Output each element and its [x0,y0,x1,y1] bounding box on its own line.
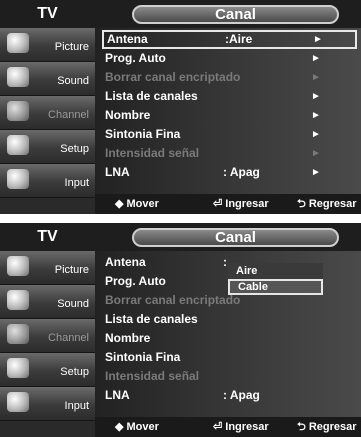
menu-item-sintonia-fina[interactable]: Sintonia Fina ► [102,125,357,144]
menu-item-label: LNA [105,388,130,402]
menu-item-value: : Apag [223,388,260,402]
sidebar-item-input[interactable]: Input [0,164,95,198]
dropdown-option-aire[interactable]: Aire [228,263,323,279]
input-icon [7,169,29,189]
arrow-right-icon: ► [313,34,323,45]
menu-item-borrar-canal: Borrar canal encriptado ► [102,68,357,87]
sound-icon [7,67,29,87]
sidebar-item-channel[interactable]: Channel [0,319,95,353]
menu-item-lna[interactable]: LNA : Apag ► [102,163,357,182]
dropdown-option-cable[interactable]: Cable [228,279,323,295]
antena-dropdown: Aire Cable [228,263,323,295]
menu-title: Canal [132,5,339,24]
menu-item-label: Intensidad señal [105,146,200,160]
picture-icon [7,33,29,53]
menu-item-label: Intensidad señal [105,369,200,383]
menu-item-label: LNA [105,165,130,179]
menu-item-label: Prog. Auto [105,274,166,288]
menu-item-label: Sintonia Fina [105,350,181,364]
setup-icon [7,358,29,378]
enter-hint: ⏎ Ingresar [213,198,269,210]
menu-item-nombre[interactable]: Nombre [102,329,357,348]
menu-item-label: Borrar canal encriptado [105,293,241,307]
sidebar-item-label: Input [64,400,89,412]
input-icon [7,392,29,412]
menu-item-label: Lista de canales [105,312,198,326]
sidebar-item-picture[interactable]: Picture [0,251,95,285]
menu-item-lista-canales[interactable]: Lista de canales ► [102,87,357,106]
menu-item-label: Nombre [105,331,151,345]
enter-hint: ⏎ Ingresar [213,421,269,433]
sidebar-item-label: Channel [48,332,89,344]
sidebar-item-label: Sound [57,75,89,87]
sidebar-item-label: Setup [60,366,89,378]
menu-item-intensidad-senal: Intensidad señal ► [102,144,357,163]
menu-item-sintonia-fina[interactable]: Sintonia Fina [102,348,357,367]
arrow-right-icon: ► [311,129,321,140]
osd-screen-2: TV Canal Picture Sound Channel Setup Inp… [0,223,361,437]
sound-icon [7,290,29,310]
sidebar-item-picture[interactable]: Picture [0,28,95,62]
menu-item-lna[interactable]: LNA : Apag [102,386,357,405]
sidebar-item-label: Picture [54,264,89,276]
channel-icon [7,324,29,344]
menu-item-label: Borrar canal encriptado [105,70,241,84]
setup-icon [7,135,29,155]
channel-icon [7,101,29,121]
hint-bar: ◆ Mover ⏎ Ingresar ⮌ Regresar [95,194,361,214]
sidebar: Picture Sound Channel Setup Input [0,28,95,214]
tv-label: TV [37,228,58,245]
sidebar-item-label: Input [64,177,89,189]
sidebar-item-sound[interactable]: Sound [0,285,95,319]
return-hint: ⮌ Regresar [297,198,357,210]
sidebar-item-sound[interactable]: Sound [0,62,95,96]
picture-icon [7,256,29,276]
sidebar-item-input[interactable]: Input [0,387,95,421]
tv-label: TV [37,5,58,22]
menu-item-value: : Apag [223,165,260,179]
arrow-right-icon: ► [311,72,321,83]
menu-item-lista-canales[interactable]: Lista de canales [102,310,357,329]
menu-item-label: Sintonia Fina [105,127,181,141]
menu-item-label: Antena [107,32,148,46]
menu-panel: Antena :Aire ► Prog. Auto ► Borrar canal… [95,28,361,214]
return-hint: ⮌ Regresar [297,421,357,433]
menu-item-label: Nombre [105,108,151,122]
top-bar: TV Canal [0,223,361,251]
menu-item-label: Prog. Auto [105,51,166,65]
sidebar-item-channel[interactable]: Channel [0,96,95,130]
arrow-right-icon: ► [311,110,321,121]
menu-item-label: Antena [105,255,146,269]
arrow-right-icon: ► [311,167,321,178]
menu-item-value: :Aire [225,32,253,46]
menu-item-prog-auto[interactable]: Prog. Auto ► [102,49,357,68]
sidebar: Picture Sound Channel Setup Input [0,251,95,437]
sidebar-item-label: Sound [57,298,89,310]
sidebar-item-setup[interactable]: Setup [0,353,95,387]
menu-item-intensidad-senal: Intensidad señal [102,367,357,386]
menu-item-label: Lista de canales [105,89,198,103]
move-hint: ◆ Mover [115,421,159,433]
hint-bar: ◆ Mover ⏎ Ingresar ⮌ Regresar [95,417,361,437]
sidebar-item-label: Setup [60,143,89,155]
arrow-right-icon: ► [311,91,321,102]
sidebar-item-setup[interactable]: Setup [0,130,95,164]
arrow-right-icon: ► [311,148,321,159]
sidebar-item-label: Picture [54,41,89,53]
menu-title: Canal [132,228,339,247]
top-bar: TV Canal [0,0,361,28]
menu-item-antena[interactable]: Antena :Aire ► [102,30,357,49]
sidebar-item-label: Channel [48,109,89,121]
arrow-right-icon: ► [311,53,321,64]
menu-item-nombre[interactable]: Nombre ► [102,106,357,125]
menu-item-value: : [223,255,227,269]
osd-screen-1: TV Canal Picture Sound Channel Setup Inp… [0,0,361,214]
move-hint: ◆ Mover [115,198,159,210]
